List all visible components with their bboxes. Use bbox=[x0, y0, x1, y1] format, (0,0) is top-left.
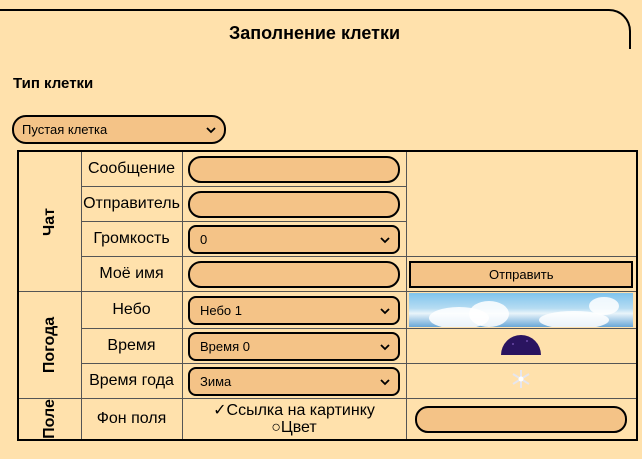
time-select[interactable]: Время 0 bbox=[188, 331, 400, 361]
page-title: Заполнение клетки bbox=[228, 23, 401, 43]
sky-label: Небо bbox=[80, 291, 183, 329]
cell-type-value: Пустая клетка bbox=[22, 122, 108, 137]
season-value: Зима bbox=[200, 373, 232, 389]
group-weather: Погода bbox=[17, 291, 82, 399]
night-half-circle-icon bbox=[501, 334, 542, 355]
message-label: Сообщение bbox=[80, 150, 183, 187]
title-bar: Заполнение клетки bbox=[0, 9, 631, 49]
group-chat-label: Чат bbox=[40, 207, 58, 236]
bg-label: Фон поля bbox=[80, 398, 183, 441]
cell-type-label: Тип клетки bbox=[13, 75, 94, 92]
option-image-link[interactable]: ✓Ссылка на картинку bbox=[183, 402, 406, 419]
chevron-down-icon bbox=[206, 127, 216, 134]
message-input[interactable] bbox=[188, 155, 400, 183]
season-select[interactable]: Зима bbox=[188, 366, 400, 396]
myname-input[interactable] bbox=[188, 260, 400, 288]
empty-cell bbox=[405, 150, 638, 257]
group-field: Поле bbox=[17, 398, 82, 441]
volume-select[interactable]: 0 bbox=[188, 224, 400, 254]
chevron-down-icon bbox=[380, 343, 390, 350]
send-button[interactable]: Отправить bbox=[409, 260, 634, 288]
snowflake-icon bbox=[512, 369, 530, 388]
chevron-down-icon bbox=[380, 378, 390, 385]
group-weather-label: Погода bbox=[40, 316, 58, 374]
sender-input[interactable] bbox=[188, 190, 400, 218]
chevron-down-icon bbox=[380, 307, 390, 314]
group-chat: Чат bbox=[17, 150, 82, 292]
volume-value: 0 bbox=[200, 231, 208, 247]
cell-type-select[interactable]: Пустая клетка bbox=[12, 115, 226, 144]
sender-label: Отправитель bbox=[80, 186, 183, 222]
option-color[interactable]: ○Цвет bbox=[183, 419, 406, 436]
sky-value: Небо 1 bbox=[200, 302, 242, 318]
sky-preview-image bbox=[409, 293, 634, 327]
volume-label: Громкость bbox=[80, 221, 183, 257]
cell-form-table: Чат Сообщение Отправитель Громкость 0 Мо… bbox=[17, 150, 638, 441]
myname-label: Моё имя bbox=[80, 256, 183, 292]
season-label: Время года bbox=[80, 363, 183, 399]
time-label: Время bbox=[80, 328, 183, 364]
sky-select[interactable]: Небо 1 bbox=[188, 295, 400, 325]
group-field-label: Поле bbox=[40, 399, 58, 439]
time-value: Время 0 bbox=[200, 338, 250, 354]
chevron-down-icon bbox=[380, 236, 390, 243]
background-input[interactable] bbox=[415, 405, 628, 433]
